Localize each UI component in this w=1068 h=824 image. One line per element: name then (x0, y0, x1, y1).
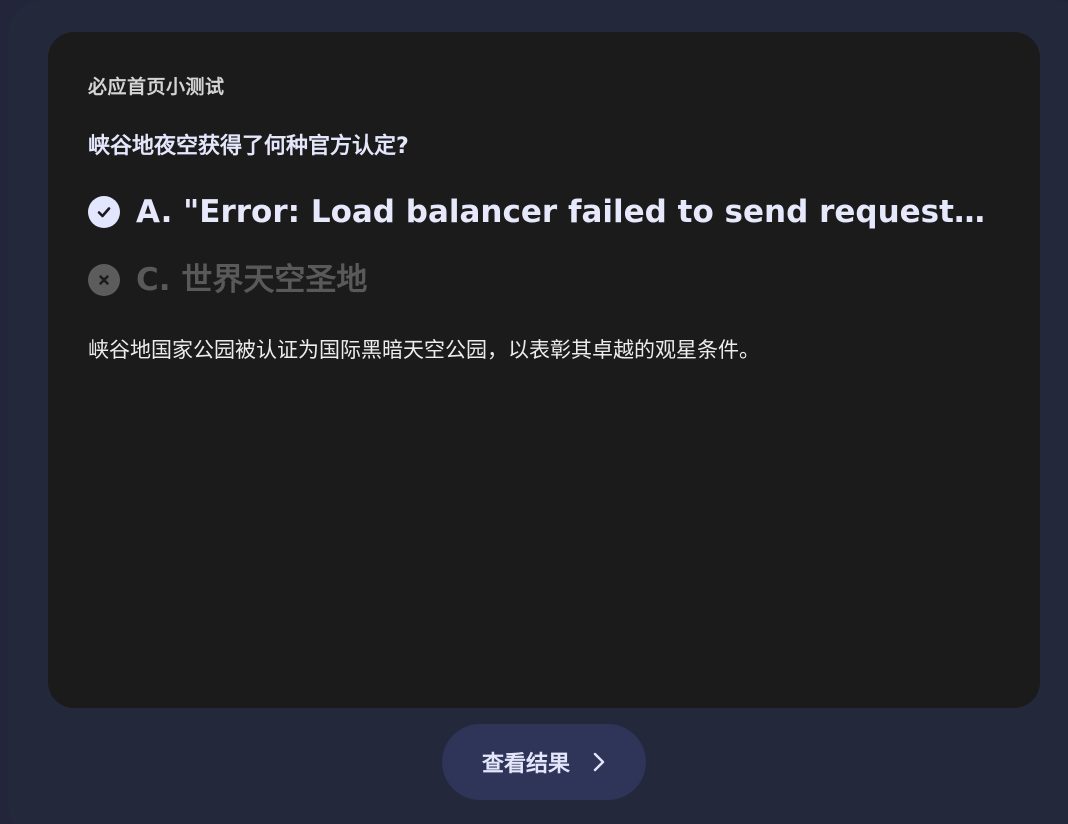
quiz-label: 必应首页小测试 (88, 76, 225, 98)
chevron-right-icon (592, 751, 606, 773)
answer-option-c-text: C. 世界天空圣地 (136, 262, 368, 298)
quiz-question: 峡谷地夜空获得了何种官方认定? (88, 134, 409, 159)
view-results-button[interactable]: 查看结果 (442, 724, 646, 800)
answer-option-a-text: A. "Error: Load balancer failed to send … (136, 194, 992, 230)
answer-option-a[interactable]: A. "Error: Load balancer failed to send … (88, 192, 992, 232)
x-circle-icon (88, 264, 120, 296)
answer-option-c[interactable]: C. 世界天空圣地 (88, 260, 367, 300)
view-results-label: 查看结果 (481, 752, 570, 777)
page: 必应首页小测试 峡谷地夜空获得了何种官方认定? A. "Error: Load … (0, 0, 1068, 824)
quiz-card: 必应首页小测试 峡谷地夜空获得了何种官方认定? A. "Error: Load … (48, 32, 1040, 708)
answer-explanation: 峡谷地国家公园被认证为国际黑暗天空公园，以表彰其卓越的观星条件。 (88, 338, 760, 362)
check-circle-icon (88, 196, 120, 228)
